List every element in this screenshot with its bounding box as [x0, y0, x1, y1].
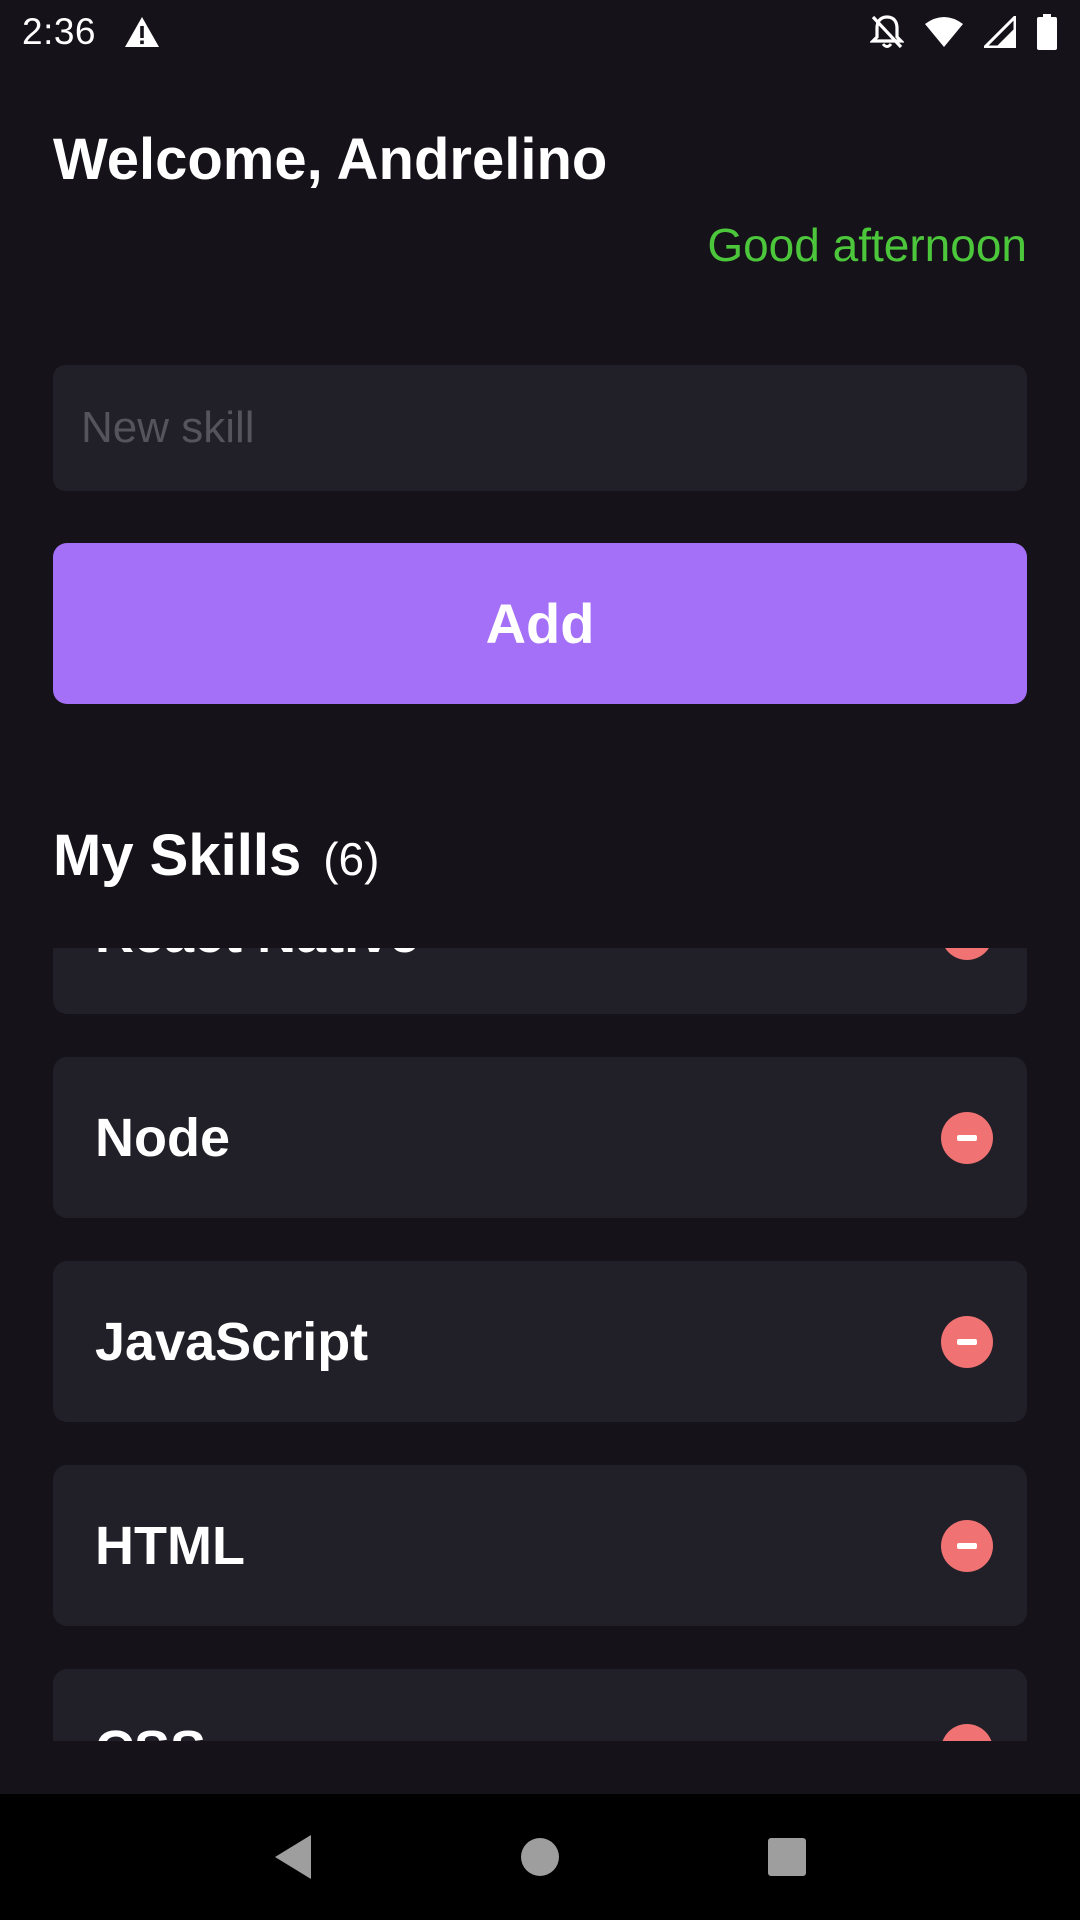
- minus-icon: [957, 1338, 977, 1345]
- skill-card: JavaScript: [53, 1261, 1027, 1422]
- skill-name: Node: [95, 1107, 230, 1168]
- skills-list-content: React Native Node JavaScript HTML: [53, 948, 1027, 1741]
- back-icon[interactable]: [273, 1834, 313, 1880]
- remove-skill-button[interactable]: [941, 1519, 993, 1572]
- remove-skill-button[interactable]: [941, 948, 993, 960]
- minus-icon: [957, 1542, 977, 1549]
- status-left: 2:36: [22, 11, 160, 53]
- skill-card: CSS: [53, 1669, 1027, 1741]
- skill-card: React Native: [53, 948, 1027, 1014]
- skills-section-header: My Skills (6): [53, 822, 379, 889]
- add-button[interactable]: Add: [53, 543, 1027, 704]
- navigation-bar: [0, 1794, 1080, 1920]
- skill-name: React Native: [95, 948, 419, 965]
- home-icon[interactable]: [520, 1837, 560, 1877]
- remove-skill-button[interactable]: [941, 1723, 993, 1741]
- app-screen: 2:36 Welcome, Andrelino Good afternoon N…: [0, 0, 1080, 1920]
- skills-list[interactable]: React Native Node JavaScript HTML: [0, 948, 1080, 1741]
- skill-name: CSS: [95, 1719, 206, 1742]
- minus-icon: [957, 1134, 977, 1141]
- wifi-icon: [924, 16, 964, 48]
- welcome-title: Welcome, Andrelino: [53, 127, 608, 192]
- skills-count: (6): [323, 833, 380, 885]
- status-time: 2:36: [22, 10, 97, 52]
- remove-skill-button[interactable]: [941, 1111, 993, 1164]
- remove-skill-button[interactable]: [941, 1315, 993, 1368]
- status-right: [870, 13, 1058, 50]
- new-skill-input[interactable]: [53, 365, 1027, 491]
- skill-card: Node: [53, 1057, 1027, 1218]
- skills-section-title: My Skills: [53, 823, 302, 888]
- battery-icon: [1036, 13, 1058, 50]
- skill-name: JavaScript: [95, 1311, 369, 1372]
- notifications-off-icon: [870, 14, 904, 50]
- recents-icon[interactable]: [767, 1837, 807, 1877]
- skill-card: HTML: [53, 1465, 1027, 1626]
- status-bar: 2:36: [0, 0, 1080, 63]
- greeting-text: Good afternoon: [707, 219, 1027, 271]
- skill-name: HTML: [95, 1515, 245, 1576]
- warning-icon: [124, 16, 160, 48]
- signal-icon: [984, 15, 1016, 48]
